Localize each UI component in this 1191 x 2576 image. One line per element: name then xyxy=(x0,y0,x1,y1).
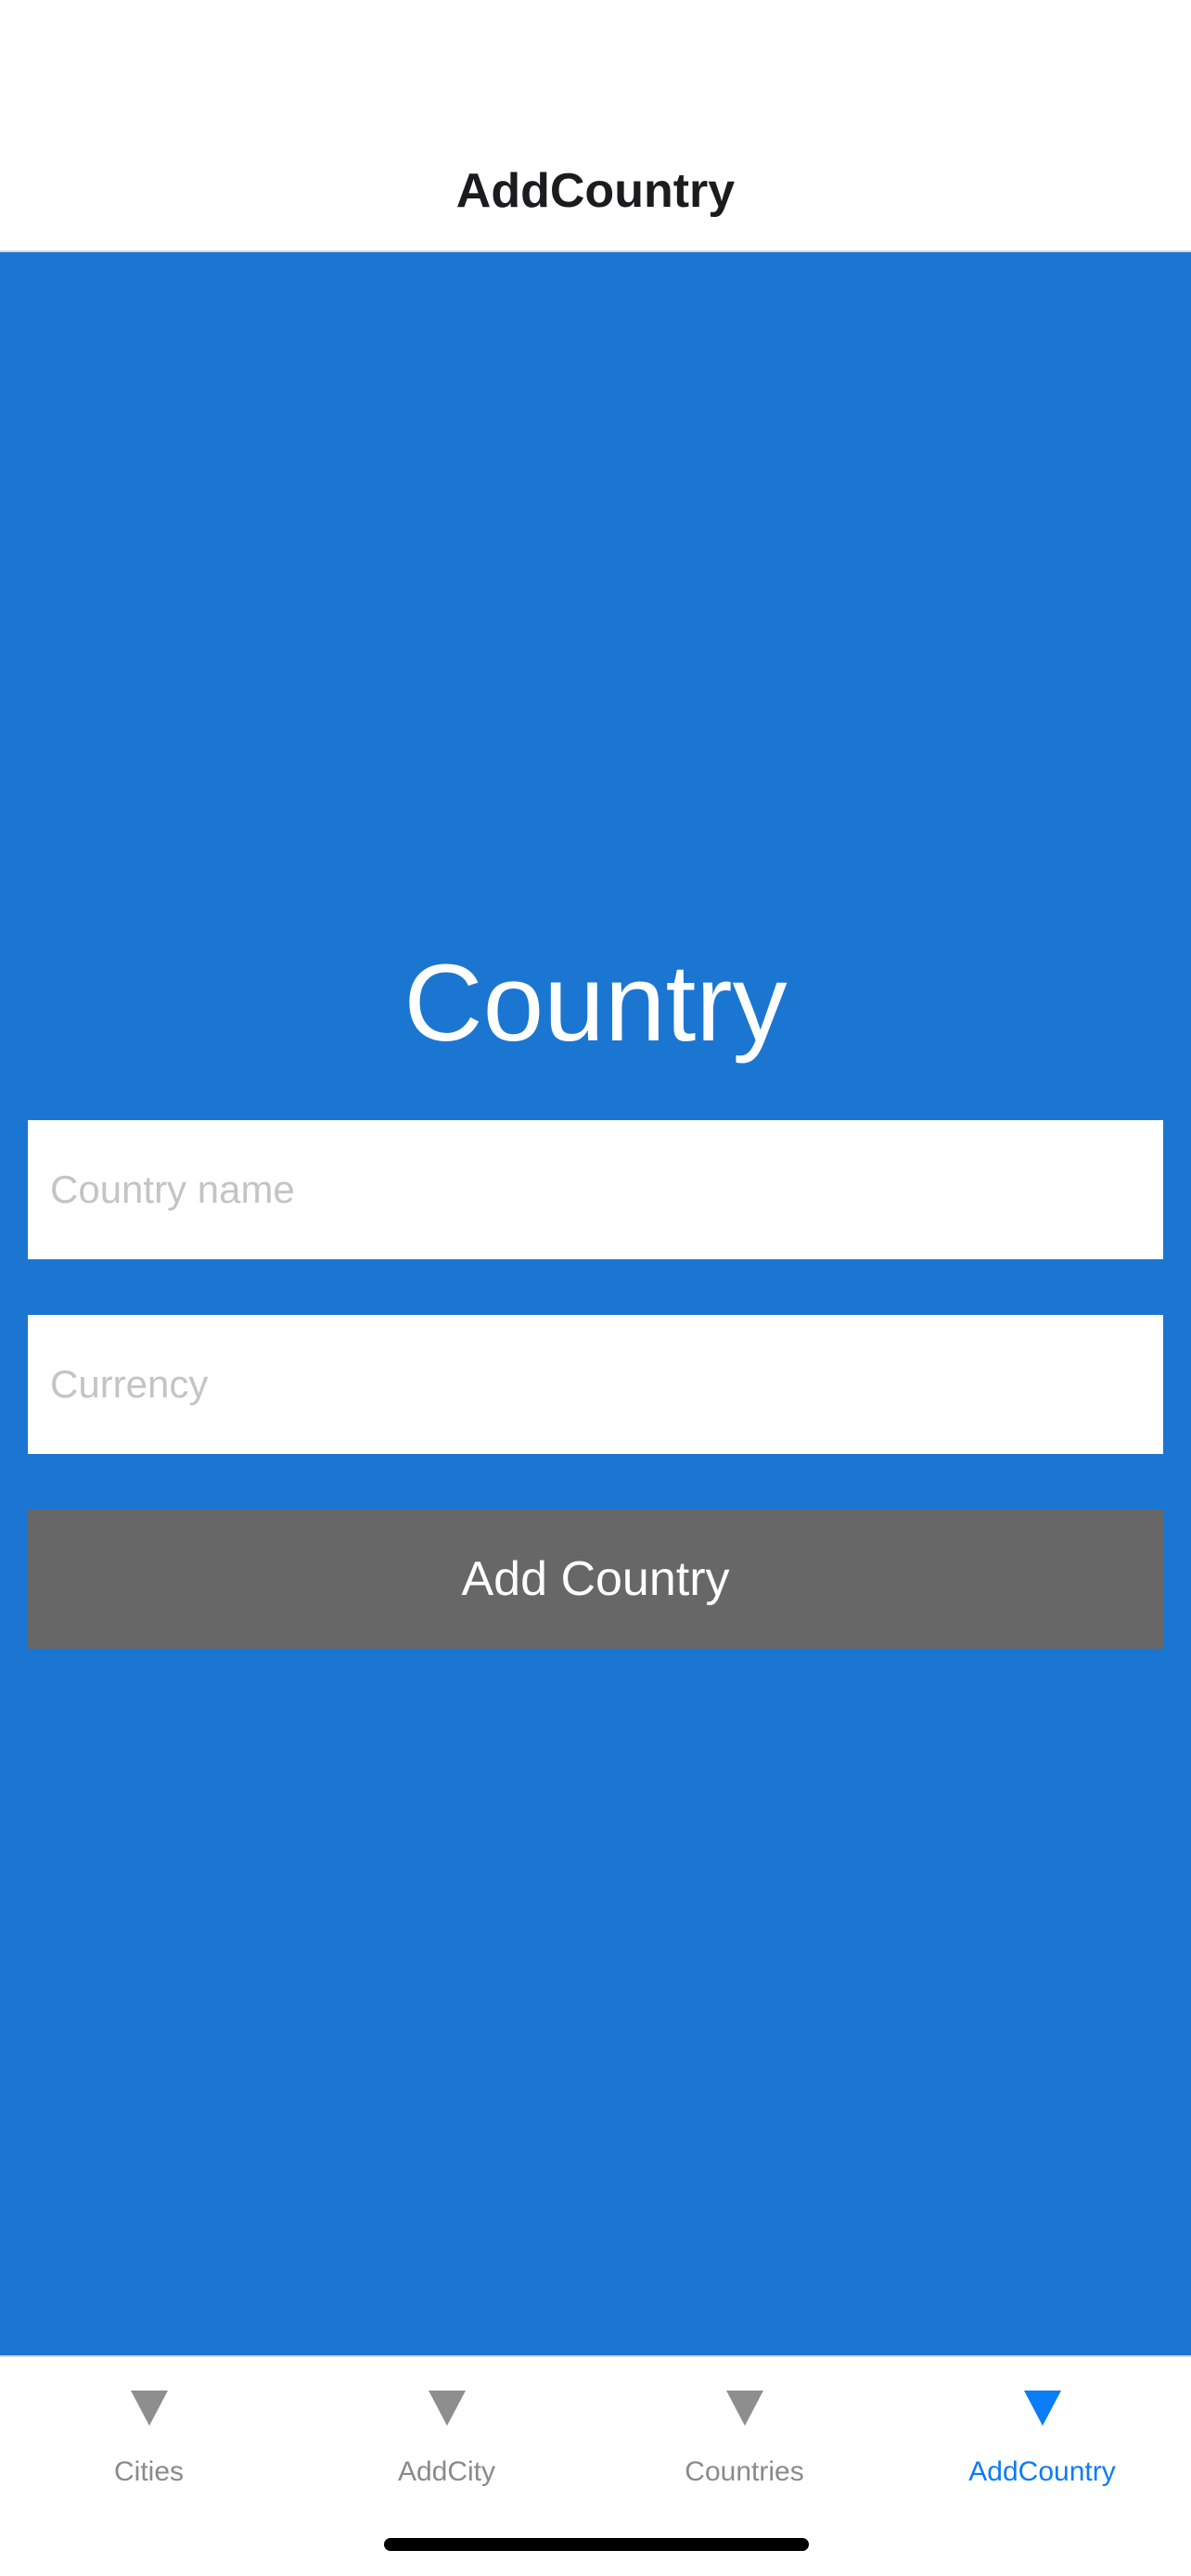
form-heading: Country xyxy=(403,942,788,1065)
tab-label: Cities xyxy=(113,2456,184,2487)
triangle-down-icon xyxy=(725,2391,763,2426)
navigation-header: AddCountry xyxy=(0,0,1191,252)
country-name-input[interactable] xyxy=(28,1120,1163,1259)
home-indicator[interactable] xyxy=(384,2538,809,2551)
tab-label: Countries xyxy=(685,2456,804,2487)
add-country-screen: Country Add Country xyxy=(0,252,1191,2355)
tab-addcity[interactable]: AddCity xyxy=(298,2357,596,2506)
triangle-down-icon xyxy=(428,2391,466,2426)
currency-input[interactable] xyxy=(28,1315,1163,1454)
add-country-button[interactable]: Add Country xyxy=(28,1510,1163,1649)
tab-cities[interactable]: Cities xyxy=(0,2357,298,2506)
triangle-down-icon xyxy=(130,2391,168,2426)
tab-addcountry[interactable]: AddCountry xyxy=(893,2357,1191,2506)
page-title: AddCountry xyxy=(455,164,736,218)
tab-label: AddCity xyxy=(397,2456,496,2487)
triangle-down-icon xyxy=(1023,2391,1061,2426)
tab-label: AddCountry xyxy=(968,2456,1116,2487)
tab-countries[interactable]: Countries xyxy=(596,2357,893,2506)
